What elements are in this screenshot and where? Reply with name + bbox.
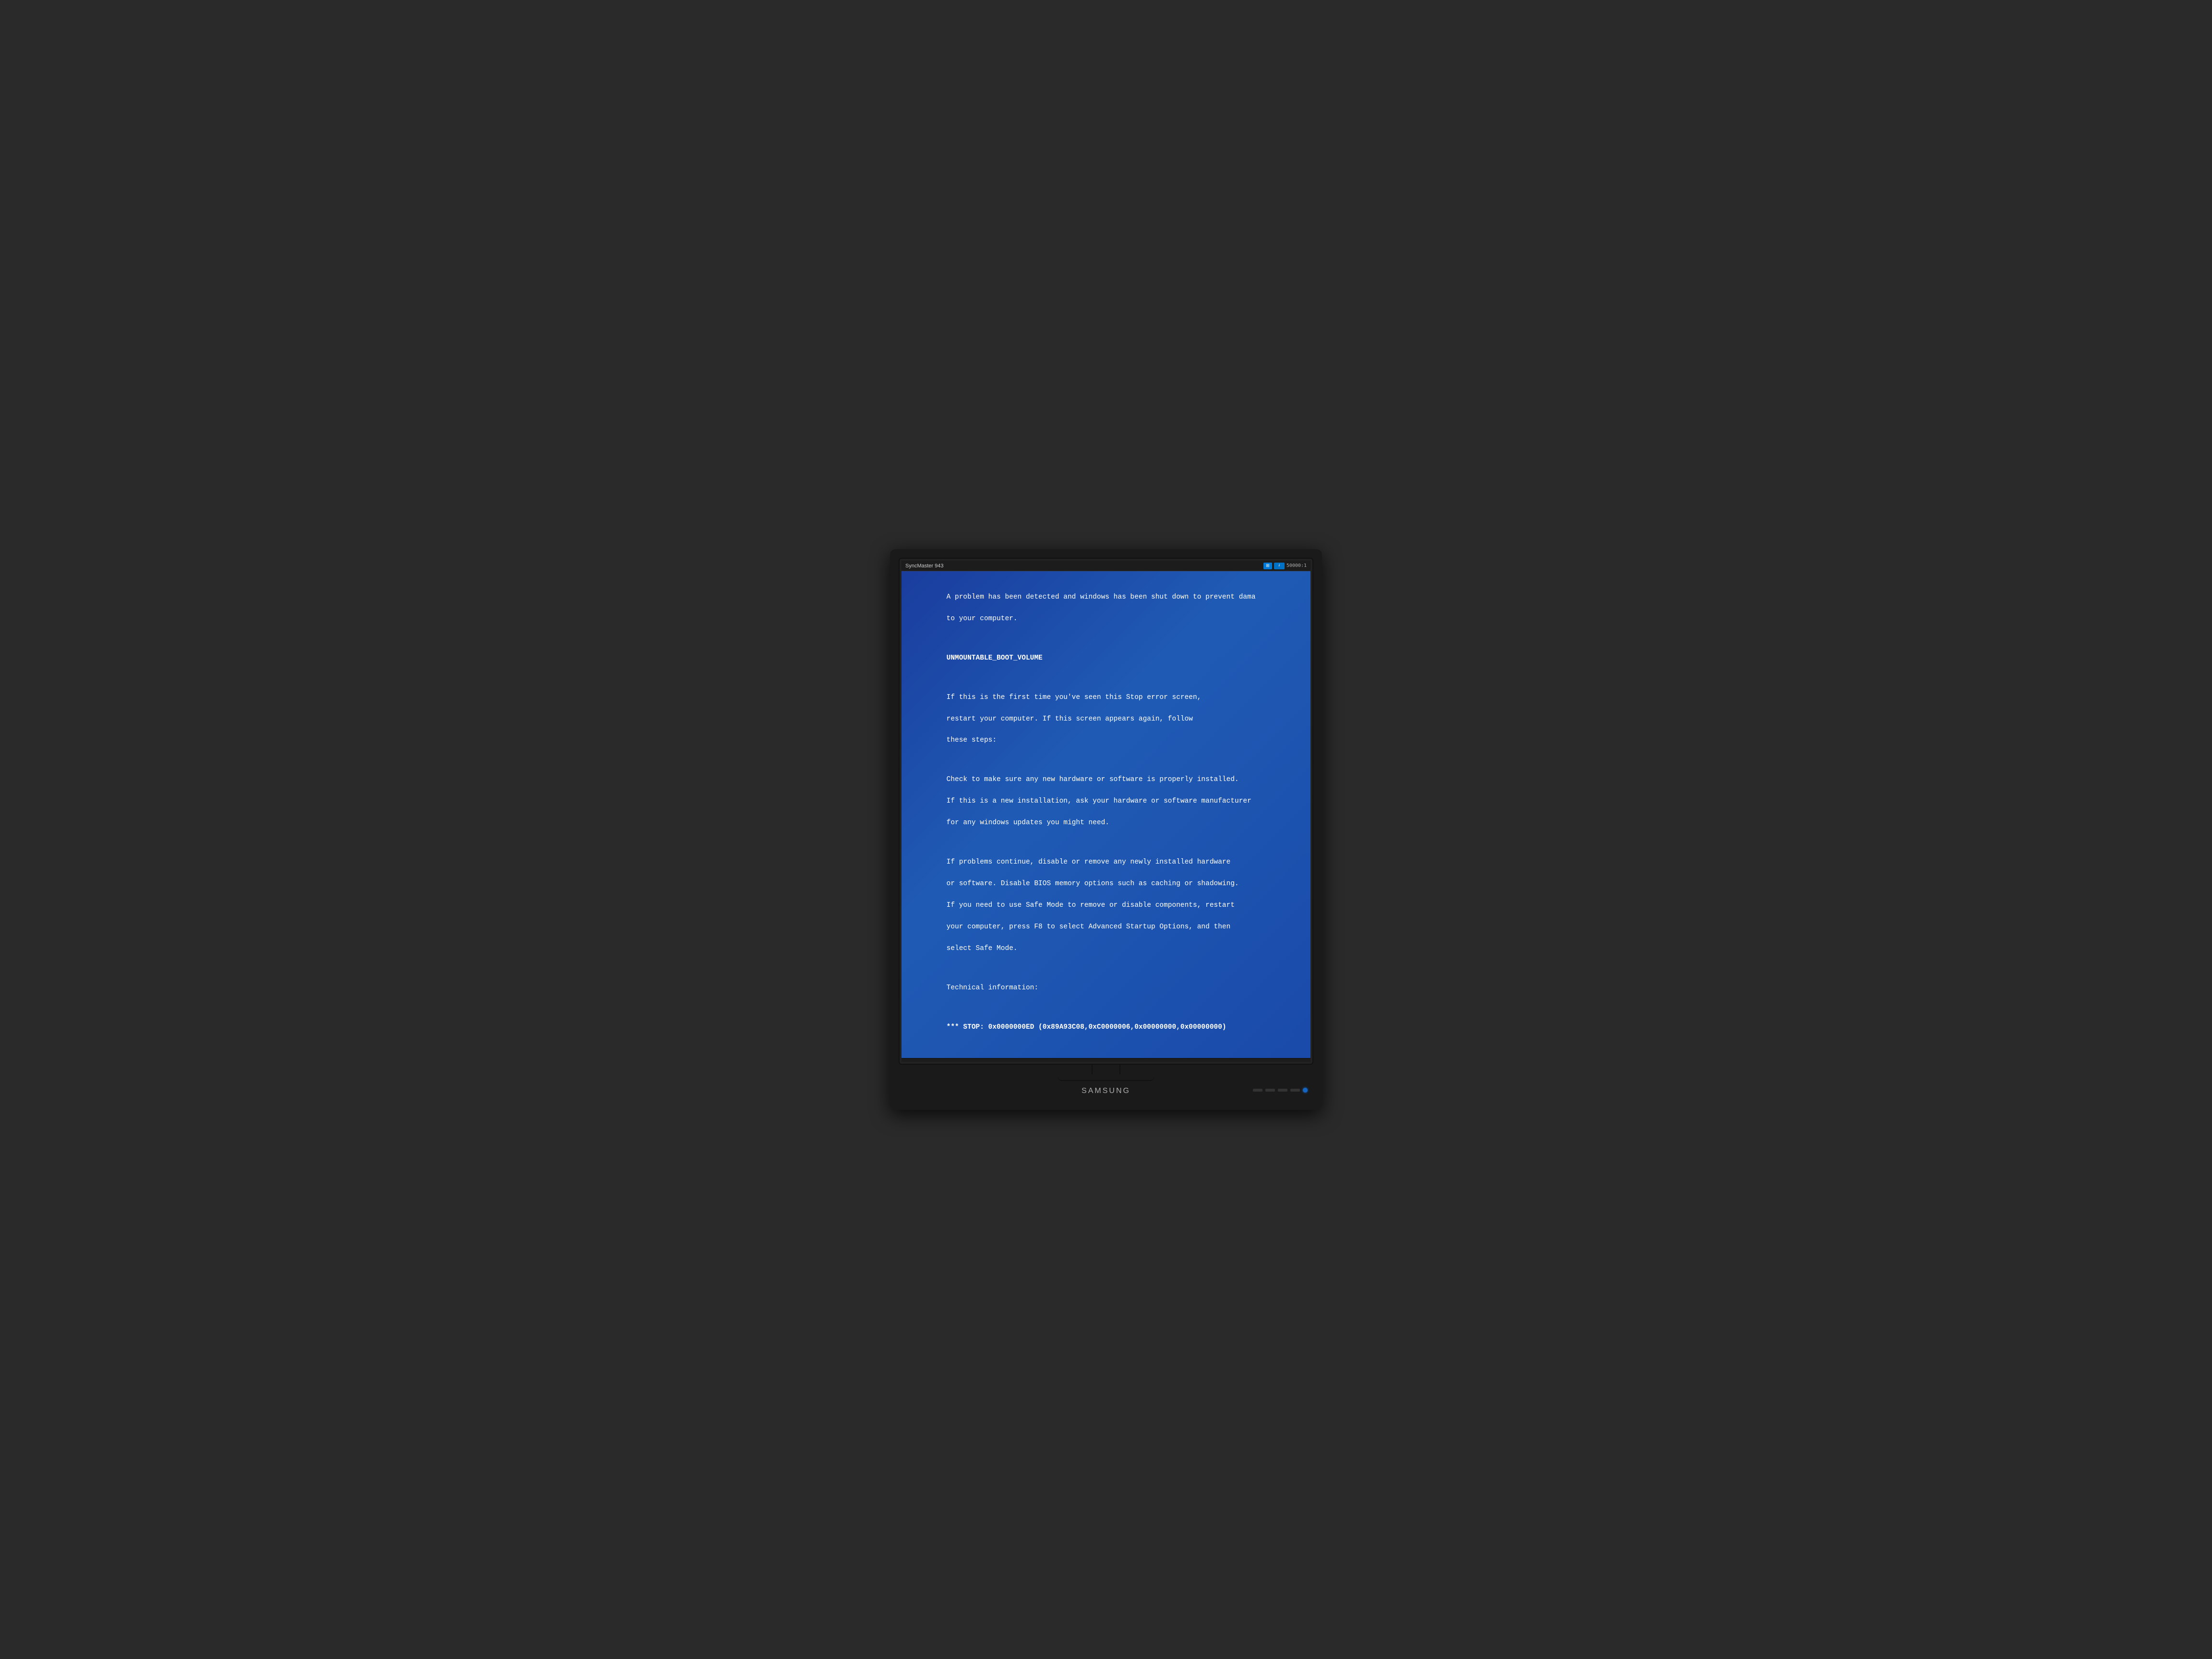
bsod-line2: to your computer.	[947, 615, 1018, 623]
bsod-tech-label: Technical information:	[947, 984, 1038, 992]
resolution-label: 50000:1	[1286, 563, 1307, 568]
monitor-brand-bar: SyncMaster 943 ⊞ i 50000:1	[902, 561, 1310, 571]
monitor-button-down[interactable]	[1265, 1089, 1275, 1092]
monitor-control-buttons	[1253, 1088, 1308, 1093]
bsod-p1-l1: If this is the first time you've seen th…	[947, 694, 1202, 701]
bsod-p3-l2: or software. Disable BIOS memory options…	[947, 880, 1239, 888]
monitor-stand-base	[1058, 1074, 1154, 1081]
bsod-p3-l3: If you need to use Safe Mode to remove o…	[947, 902, 1235, 909]
monitor: SyncMaster 943 ⊞ i 50000:1 A problem has…	[890, 549, 1322, 1109]
monitor-bezel: SyncMaster 943 ⊞ i 50000:1 A problem has…	[899, 558, 1313, 1064]
monitor-model-label: SyncMaster 943	[905, 563, 943, 569]
bsod-screen: A problem has been detected and windows …	[902, 571, 1310, 1058]
bsod-p2-l2: If this is a new installation, ask your …	[947, 797, 1251, 805]
bsod-p3-l5: select Safe Mode.	[947, 945, 1018, 952]
monitor-icons: ⊞ i 50000:1	[1263, 563, 1307, 569]
bsod-content: A problem has been detected and windows …	[913, 581, 1299, 1043]
bsod-p2-l3: for any windows updates you might need.	[947, 819, 1109, 827]
monitor-power-button[interactable]	[1303, 1088, 1308, 1093]
bsod-p1-l3: these steps:	[947, 736, 997, 744]
bsod-p2-l1: Check to make sure any new hardware or s…	[947, 776, 1239, 783]
bsod-p1-l2: restart your computer. If this screen ap…	[947, 715, 1193, 723]
monitor-button-enter[interactable]	[1290, 1089, 1300, 1092]
monitor-button-up[interactable]	[1278, 1089, 1287, 1092]
bsod-p3-l4: your computer, press F8 to select Advanc…	[947, 923, 1231, 931]
samsung-brand-label: SAMSUNG	[1082, 1087, 1130, 1095]
bsod-stop-code: *** STOP: 0x0000000ED (0x89A93C08,0xC000…	[947, 1023, 1226, 1031]
windows-icon: ⊞	[1263, 563, 1272, 569]
monitor-stand-neck	[1092, 1065, 1120, 1074]
bsod-line1: A problem has been detected and windows …	[947, 593, 1256, 601]
bsod-p3-l1: If problems continue, disable or remove …	[947, 858, 1231, 866]
bsod-error-code: UNMOUNTABLE_BOOT_VOLUME	[947, 654, 1043, 662]
intel-icon: i	[1274, 563, 1285, 569]
monitor-bottom-bar	[902, 1058, 1310, 1062]
monitor-button-menu[interactable]	[1253, 1089, 1262, 1092]
